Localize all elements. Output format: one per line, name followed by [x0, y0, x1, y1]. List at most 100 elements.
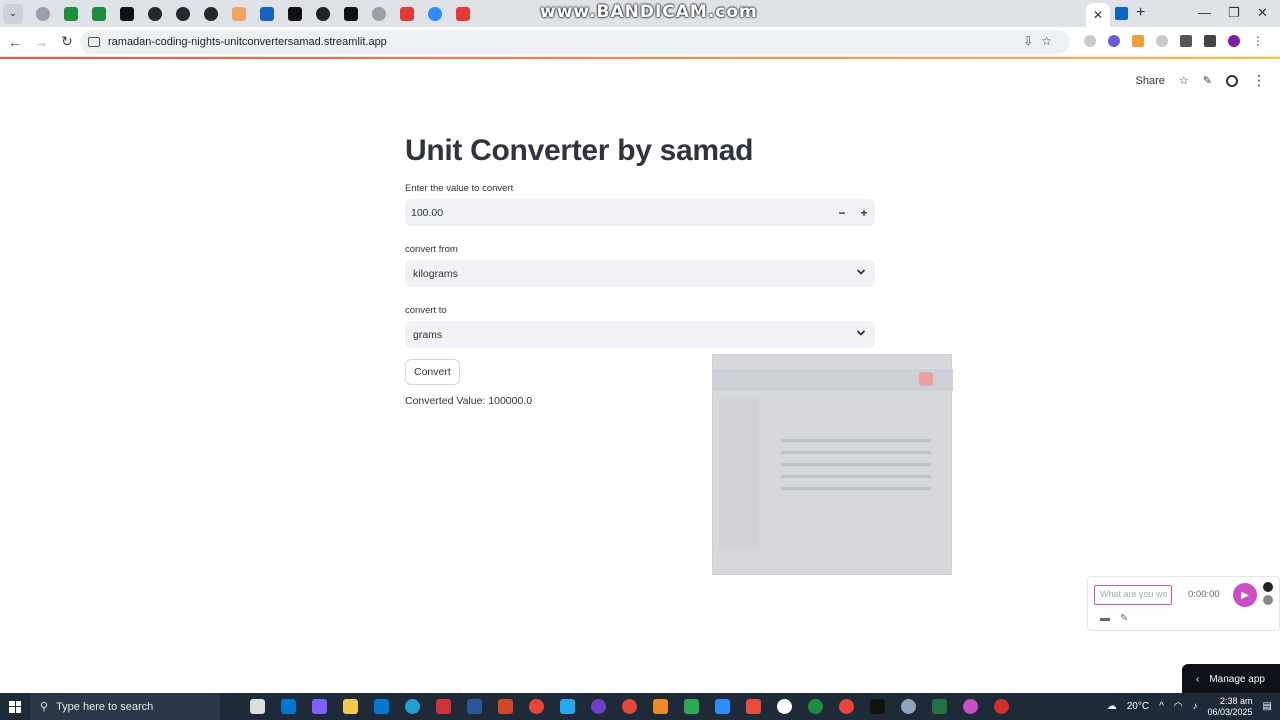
- x-icon[interactable]: [870, 699, 885, 714]
- minimize-icon[interactable]: —: [1198, 5, 1211, 20]
- reload-icon[interactable]: ↻: [56, 33, 78, 50]
- convert-button[interactable]: Convert: [405, 359, 460, 385]
- copilot-icon[interactable]: [312, 699, 327, 714]
- acrobat-icon[interactable]: [436, 699, 451, 714]
- forward-icon[interactable]: →: [30, 34, 52, 50]
- tab-favicon[interactable]: [64, 6, 78, 21]
- manage-app-button[interactable]: ‹ Manage app: [1182, 664, 1280, 694]
- recorder-note-input[interactable]: What are you wo: [1094, 585, 1172, 605]
- recorder-timer: 0:00:00: [1188, 589, 1220, 600]
- zoom-icon[interactable]: [715, 699, 730, 714]
- app-icon[interactable]: [777, 699, 792, 714]
- github-desktop-icon[interactable]: [591, 699, 606, 714]
- tray-chevron-icon[interactable]: ^: [1159, 701, 1164, 712]
- site-info-icon[interactable]: [88, 37, 100, 47]
- file-explorer-icon[interactable]: [343, 699, 358, 714]
- to-unit-select[interactable]: grams: [405, 321, 875, 348]
- word-icon[interactable]: [467, 699, 482, 714]
- new-tab-icon[interactable]: +: [1136, 4, 1145, 22]
- media-icon[interactable]: [1204, 35, 1216, 47]
- network-icon[interactable]: ◠: [1174, 701, 1183, 712]
- search-icon: ⚲: [40, 701, 49, 713]
- outlook-icon[interactable]: [281, 699, 296, 714]
- share-button[interactable]: Share: [1136, 75, 1165, 87]
- store-icon[interactable]: [374, 699, 389, 714]
- excel-icon[interactable]: [932, 699, 947, 714]
- tab-favicon[interactable]: [316, 6, 330, 21]
- tab-favicon[interactable]: [344, 6, 358, 21]
- extension-icon[interactable]: [1132, 35, 1144, 47]
- chrome-icon[interactable]: [622, 699, 637, 714]
- volume-icon[interactable]: ♪: [1193, 701, 1198, 712]
- vlc-icon[interactable]: [653, 699, 668, 714]
- clock-time: 2:38 am: [1220, 695, 1253, 706]
- value-input-text[interactable]: 100.00: [411, 207, 443, 219]
- notification-icon[interactable]: ▤: [1263, 701, 1272, 712]
- github-icon[interactable]: [204, 6, 218, 21]
- github-icon[interactable]: [176, 6, 190, 21]
- chrome-icon[interactable]: [808, 699, 823, 714]
- app-icon[interactable]: [901, 699, 916, 714]
- chevron-down-icon[interactable]: [856, 328, 866, 338]
- tab-favicon[interactable]: [92, 6, 106, 21]
- tab-favicon[interactable]: [288, 6, 302, 21]
- settings-dot-icon[interactable]: [1263, 595, 1273, 605]
- tab-favicon[interactable]: [36, 6, 50, 21]
- taskbar-clock[interactable]: 2:38 am 06/03/2025: [1208, 696, 1253, 718]
- taskbar-search[interactable]: ⚲ Type here to search: [30, 693, 220, 720]
- decrement-button[interactable]: −: [831, 199, 853, 226]
- address-bar[interactable]: ramadan-coding-nights-unitconvertersamad…: [80, 30, 1070, 54]
- task-view-icon[interactable]: [250, 699, 265, 714]
- bandicam-icon[interactable]: [994, 699, 1009, 714]
- record-dot-icon[interactable]: [1263, 582, 1273, 592]
- from-unit-select[interactable]: kilograms: [405, 260, 875, 287]
- edge-icon[interactable]: [405, 699, 420, 714]
- tab-favicon[interactable]: [428, 6, 442, 21]
- extension-icon[interactable]: [1084, 35, 1096, 47]
- weather-icon[interactable]: ☁: [1107, 701, 1117, 712]
- github-icon[interactable]: [1226, 74, 1238, 87]
- value-number-input[interactable]: 100.00 − +: [405, 199, 875, 226]
- tab-favicon[interactable]: [120, 6, 134, 21]
- from-unit-value[interactable]: kilograms: [413, 268, 458, 280]
- folder-tag-icons[interactable]: ▬✎: [1100, 613, 1138, 624]
- windows-start-icon[interactable]: [0, 700, 30, 713]
- quantity-stepper: − +: [831, 199, 875, 226]
- increment-button[interactable]: +: [853, 199, 875, 226]
- maximize-icon[interactable]: ❐: [1228, 5, 1240, 21]
- chrome-icon[interactable]: [839, 699, 854, 714]
- extension-icon[interactable]: [1156, 35, 1168, 47]
- app-icon[interactable]: [684, 699, 699, 714]
- vscode-icon[interactable]: [560, 699, 575, 714]
- tab-favicon[interactable]: [232, 6, 246, 21]
- profile-avatar[interactable]: [1228, 35, 1240, 47]
- tab-favicon[interactable]: [260, 6, 274, 21]
- extension-icon[interactable]: [1108, 35, 1120, 47]
- taskbar-search-placeholder[interactable]: Type here to search: [56, 701, 153, 713]
- tab-favicon[interactable]: [372, 6, 386, 21]
- bookmark-star-icon[interactable]: ⇩☆: [1023, 34, 1060, 48]
- close-window-icon[interactable]: ✕: [1257, 5, 1268, 21]
- to-unit-value[interactable]: grams: [413, 329, 442, 341]
- youtube-icon[interactable]: [400, 6, 414, 21]
- app-icon[interactable]: [963, 699, 978, 714]
- powerpoint-icon[interactable]: [498, 699, 513, 714]
- edit-icon[interactable]: ✎: [1203, 74, 1212, 87]
- tab-search-icon[interactable]: ⌄: [3, 3, 23, 24]
- app-menu-icon[interactable]: ⋮: [1252, 72, 1266, 89]
- url-text[interactable]: ramadan-coding-nights-unitconvertersamad…: [108, 36, 387, 48]
- chevron-down-icon[interactable]: [856, 267, 866, 277]
- app-icon[interactable]: [746, 699, 761, 714]
- puzzle-icon[interactable]: [1180, 35, 1192, 47]
- play-icon[interactable]: ▶: [1233, 583, 1257, 607]
- linkedin-tab-icon[interactable]: [1115, 7, 1128, 20]
- close-tab-icon[interactable]: ✕: [1086, 3, 1110, 27]
- youtube-icon[interactable]: [456, 6, 470, 21]
- temperature[interactable]: 20°C: [1127, 701, 1149, 712]
- chrome-icon[interactable]: [529, 699, 544, 714]
- browser-menu-icon[interactable]: ⋮: [1252, 35, 1264, 47]
- github-icon[interactable]: [148, 6, 162, 21]
- back-icon[interactable]: ←: [4, 34, 26, 50]
- recorder-row: [781, 475, 931, 478]
- star-icon[interactable]: ☆: [1179, 74, 1189, 87]
